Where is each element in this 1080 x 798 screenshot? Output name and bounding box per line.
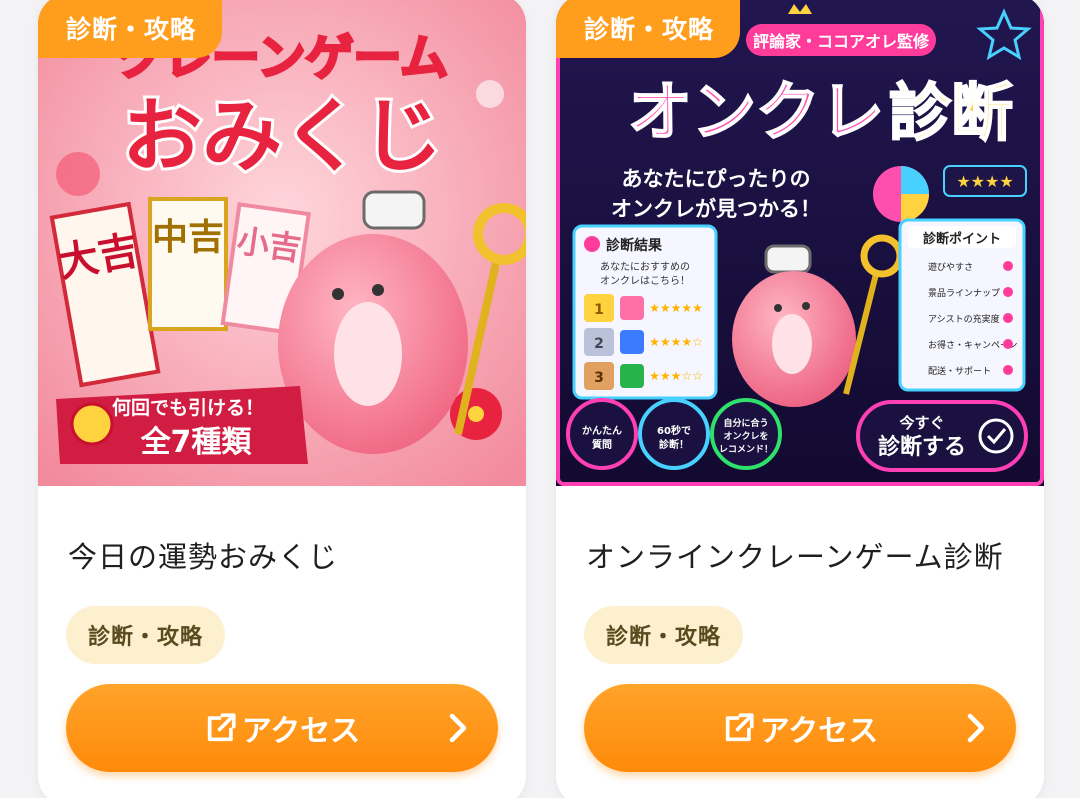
svg-text:何回でも引ける！: 何回でも引ける！ — [112, 396, 264, 419]
svg-text:質問: 質問 — [592, 438, 612, 451]
onkure-diagnosis-card[interactable]: 評論家・ココアオレ監修 オンクレ 診断 あなたにぴったりの オンクレが見つかる！ — [556, 0, 1044, 798]
category-chip: 診断・攻略 — [66, 606, 226, 664]
svg-text:2: 2 — [594, 336, 604, 352]
svg-text:★★★★☆: ★★★★☆ — [649, 335, 703, 349]
svg-text:★★★★: ★★★★ — [956, 172, 1013, 191]
svg-text:景品ラインナップ: 景品ラインナップ — [928, 288, 1000, 299]
chevron-right-icon — [449, 713, 467, 743]
card-title[interactable]: 今日の運勢おみくじ — [68, 534, 338, 576]
svg-text:60秒で: 60秒で — [657, 424, 691, 437]
result-panel: 診断結果 あなたにおすすめの オンクレはこちら！ 1 ★★★★★ 2 ★★★★☆… — [572, 224, 718, 400]
omikuji-card[interactable]: クレーンゲーム おみくじ 大吉 中吉 小吉 何回でも引ける！ 全7種類 診断・攻… — [38, 0, 526, 798]
card-grid: クレーンゲーム おみくじ 大吉 中吉 小吉 何回でも引ける！ 全7種類 診断・攻… — [0, 0, 1080, 798]
feature-badges: かんたん 質問 60秒で 診断！ 自分に合う オンクレを レコメンド！ — [566, 398, 782, 470]
omikuji-banner-image[interactable]: クレーンゲーム おみくじ 大吉 中吉 小吉 何回でも引ける！ 全7種類 — [38, 0, 526, 486]
svg-text:診断する: 診断する — [878, 434, 966, 460]
svg-text:3: 3 — [594, 370, 604, 386]
svg-text:1: 1 — [594, 302, 604, 318]
rating-stars-icon: ★★★★ — [943, 165, 1027, 197]
svg-text:アシストの充実度: アシストの充実度 — [928, 313, 1000, 325]
chevron-right-icon — [967, 713, 985, 743]
svg-text:オンクレが見つかる！: オンクレが見つかる！ — [611, 197, 821, 221]
svg-text:今すぐ: 今すぐ — [898, 414, 944, 432]
external-link-icon — [207, 713, 236, 742]
count-ribbon: 何回でも引ける！ 全7種類 — [56, 386, 308, 464]
svg-text:診断！: 診断！ — [659, 438, 689, 451]
category-tag: 診断・攻略 — [556, 0, 741, 58]
svg-text:診断結果: 診断結果 — [606, 237, 663, 254]
headline-b: 診断 — [889, 76, 1013, 149]
svg-text:★★★☆☆: ★★★☆☆ — [649, 369, 703, 383]
svg-text:オンクレを: オンクレを — [723, 431, 768, 442]
svg-text:自分に合う: 自分に合う — [723, 417, 768, 429]
category-chip: 診断・攻略 — [584, 606, 744, 664]
svg-text:レコメンド！: レコメンド！ — [719, 444, 773, 455]
svg-text:中吉: 中吉 — [152, 216, 224, 258]
external-link-icon — [725, 713, 754, 742]
supervisor-text: 評論家・ココアオレ監修 — [753, 32, 930, 51]
svg-text:遊びやすさ: 遊びやすさ — [928, 261, 973, 273]
card-title[interactable]: オンラインクレーンゲーム診断 — [586, 534, 1004, 576]
svg-text:★★★★★: ★★★★★ — [649, 301, 703, 315]
svg-text:かんたん: かんたん — [582, 425, 622, 437]
svg-text:あなたにおすすめの: あなたにおすすめの — [600, 261, 690, 273]
diagnose-now-cta: 今すぐ 診断する — [856, 400, 1028, 472]
access-button[interactable]: アクセス — [66, 684, 498, 772]
svg-text:あなたにぴったりの: あなたにぴったりの — [622, 167, 811, 191]
pie-chart-icon — [873, 166, 929, 222]
access-button[interactable]: アクセス — [584, 684, 1016, 772]
headline-a: オンクレ — [628, 76, 884, 150]
access-button-label: アクセス — [241, 714, 361, 749]
points-panel: 診断ポイント 遊びやすさ 景品ラインナップ アシストの充実度 お得さ・キャンペー… — [898, 218, 1026, 392]
access-button-label: アクセス — [759, 714, 879, 749]
svg-text:診断ポイント: 診断ポイント — [923, 231, 1001, 247]
svg-text:オンクレはこちら！: オンクレはこちら！ — [600, 275, 690, 287]
svg-text:全7種類: 全7種類 — [140, 425, 253, 460]
omikuji-slip-chukichi: 中吉 — [148, 197, 228, 331]
headline-main: おみくじ — [122, 90, 442, 183]
onkure-banner-image[interactable]: 評論家・ココアオレ監修 オンクレ 診断 あなたにぴったりの オンクレが見つかる！ — [556, 0, 1044, 486]
svg-text:配送・サポート: 配送・サポート — [928, 365, 991, 377]
category-tag: 診断・攻略 — [38, 0, 223, 58]
